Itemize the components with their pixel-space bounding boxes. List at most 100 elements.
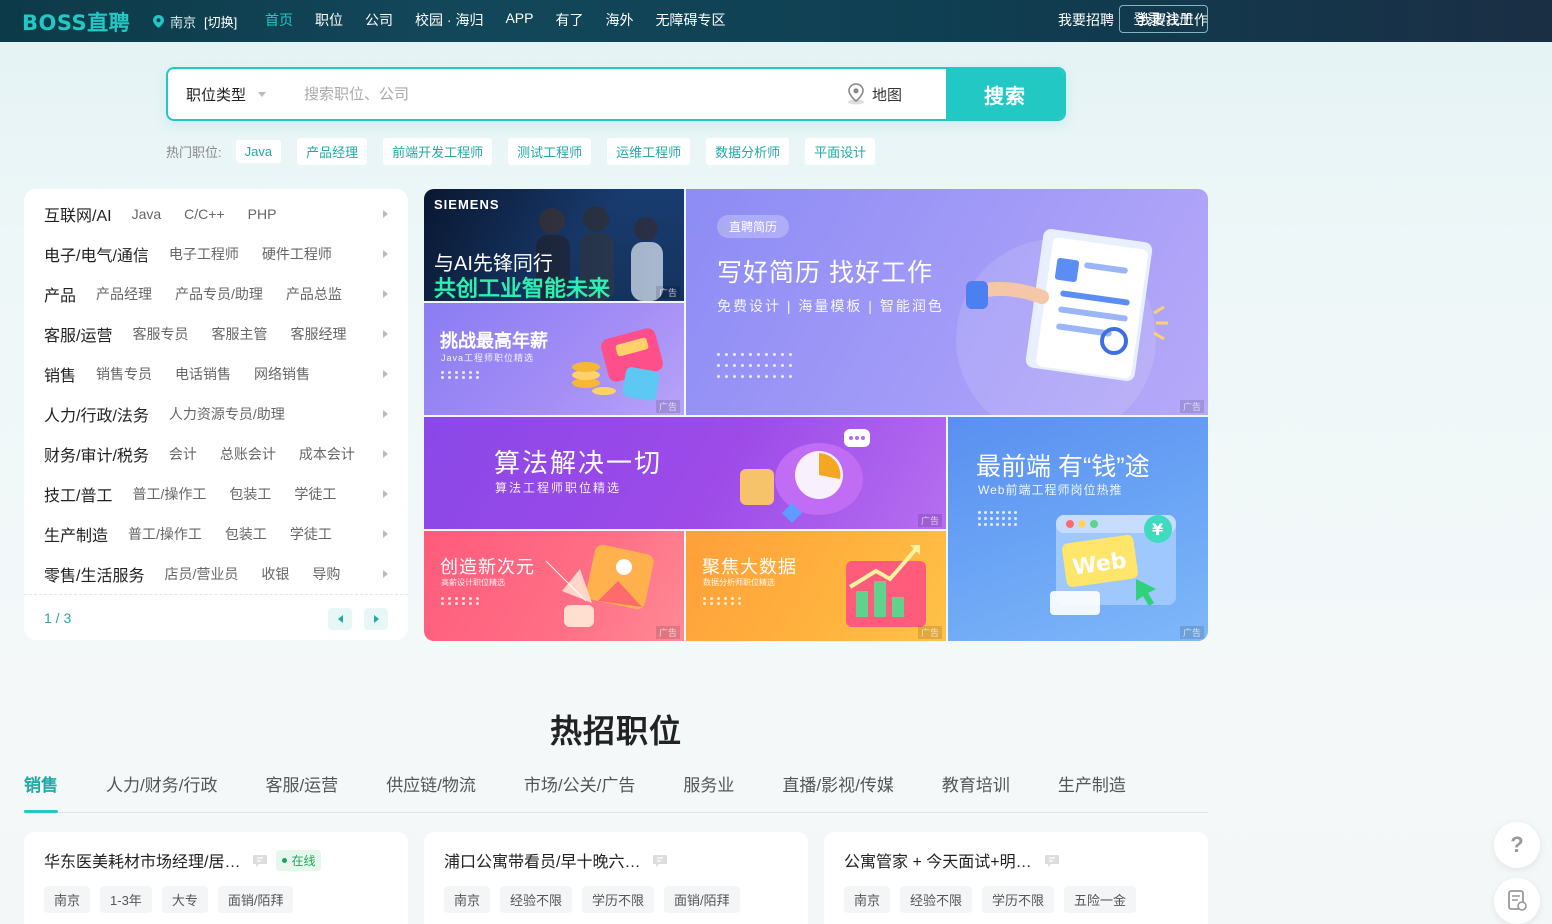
category-sub-link[interactable]: 导购 — [312, 564, 340, 584]
category-main[interactable]: 技工/普工 — [44, 482, 112, 506]
search-bar: 职位类型 地图 搜索 — [166, 67, 1066, 121]
category-sub-link[interactable]: 包装工 — [225, 524, 267, 544]
category-sub-link[interactable]: 客服主管 — [211, 324, 267, 344]
tab-sales[interactable]: 销售 — [24, 773, 58, 813]
category-sub-link[interactable]: 总账会计 — [220, 444, 276, 464]
category-sub-link[interactable]: 网络销售 — [254, 364, 310, 384]
category-sub-link[interactable]: 包装工 — [229, 484, 271, 504]
search-input[interactable] — [288, 69, 846, 119]
banner-design[interactable]: 创造新次元 高薪设计职位精选 广告 — [424, 531, 684, 641]
banner-resume[interactable]: 直聘简历 写好简历 找好工作 免费设计 | 海量模板 | 智能润色 广告 — [686, 189, 1208, 415]
category-row[interactable]: 财务/审计/税务 会计 总账会计 成本会计 — [24, 434, 408, 474]
category-sub-link[interactable]: 硬件工程师 — [262, 244, 332, 264]
category-sub-link[interactable]: 电子工程师 — [169, 244, 239, 264]
boss-logo[interactable]: BOSS直聘 — [22, 7, 130, 37]
category-sub-link[interactable]: 电话销售 — [175, 364, 231, 384]
nav-app[interactable]: APP — [505, 10, 533, 30]
category-sub-link[interactable]: PHP — [248, 206, 277, 222]
chat-icon[interactable] — [652, 854, 668, 867]
category-main[interactable]: 零售/生活服务 — [44, 562, 144, 586]
category-sub-link[interactable]: 产品专员/助理 — [175, 284, 263, 304]
category-sub-link[interactable]: 客服经理 — [290, 324, 346, 344]
category-main[interactable]: 产品 — [44, 282, 76, 306]
category-sub-link[interactable]: 产品经理 — [96, 284, 152, 304]
prev-page-button[interactable] — [328, 608, 352, 630]
hot-tag-frontend[interactable]: 前端开发工程师 — [383, 138, 493, 165]
recruit-link[interactable]: 我要招聘 — [1058, 10, 1114, 30]
login-register-button[interactable]: 登录/注册 — [1119, 5, 1208, 33]
help-button[interactable]: ? — [1494, 822, 1540, 868]
tab-service[interactable]: 服务业 — [683, 773, 734, 811]
category-row[interactable]: 生产制造 普工/操作工 包装工 学徒工 — [24, 514, 408, 554]
hot-tag-ops[interactable]: 运维工程师 — [607, 138, 691, 165]
category-main[interactable]: 销售 — [44, 362, 76, 386]
category-sub-link[interactable]: 会计 — [169, 444, 197, 464]
feedback-button[interactable] — [1494, 878, 1540, 924]
nav-overseas[interactable]: 海外 — [605, 10, 633, 30]
hot-tag-data-analyst[interactable]: 数据分析师 — [706, 138, 790, 165]
banner-algorithm[interactable]: 算法解决一切 算法工程师职位精选 广告 — [424, 417, 946, 529]
banner-siemens[interactable]: SIEMENS 与AI先锋同行 共创工业智能未来 广告 — [424, 189, 684, 301]
decor-dots — [441, 597, 479, 605]
nav-accessibility[interactable]: 无障碍专区 — [655, 10, 725, 30]
tab-hr-finance-admin[interactable]: 人力/财务/行政 — [106, 773, 217, 811]
hot-tag-test[interactable]: 测试工程师 — [508, 138, 592, 165]
category-main[interactable]: 生产制造 — [44, 522, 108, 546]
job-card[interactable]: 公寓管家 + 今天面试+明… 南京 经验不限 学历不限 五险一金 — [824, 832, 1208, 924]
banner-web-frontend[interactable]: 最前端 有“钱”途 Web前端工程师岗位热推 Web ¥ 广告 — [948, 417, 1208, 641]
category-main[interactable]: 互联网/AI — [44, 202, 112, 226]
category-row[interactable]: 技工/普工 普工/操作工 包装工 学徒工 — [24, 474, 408, 514]
category-row[interactable]: 人力/行政/法务 人力资源专员/助理 — [24, 394, 408, 434]
chat-icon[interactable] — [252, 854, 268, 867]
category-row[interactable]: 电子/电气/通信 电子工程师 硬件工程师 — [24, 234, 408, 274]
category-sub-link[interactable]: Java — [132, 206, 162, 222]
category-sub-link[interactable]: C/C++ — [184, 206, 224, 222]
web-subtitle: Web前端工程师岗位热推 — [978, 483, 1123, 497]
hot-tag-graphic-design[interactable]: 平面设计 — [805, 138, 876, 165]
category-row[interactable]: 互联网/AI Java C/C++ PHP — [24, 194, 408, 234]
nav-campus[interactable]: 校园 · 海归 — [415, 10, 483, 30]
category-sub-link[interactable]: 店员/营业员 — [164, 564, 238, 584]
category-main[interactable]: 电子/电气/通信 — [44, 242, 149, 266]
nav-home[interactable]: 首页 — [265, 10, 293, 30]
tab-supply-chain[interactable]: 供应链/物流 — [386, 773, 476, 811]
category-sub-link[interactable]: 收银 — [261, 564, 289, 584]
category-sub-link[interactable]: 学徒工 — [294, 484, 336, 504]
nav-companies[interactable]: 公司 — [365, 10, 393, 30]
nav-jobs[interactable]: 职位 — [315, 10, 343, 30]
category-sub-link[interactable]: 学徒工 — [290, 524, 332, 544]
category-sub-link[interactable]: 销售专员 — [96, 364, 152, 384]
tab-media[interactable]: 直播/影视/传媒 — [782, 773, 893, 811]
category-row[interactable]: 零售/生活服务 店员/营业员 收银 导购 — [24, 554, 408, 594]
chat-icon[interactable] — [1044, 854, 1060, 867]
tab-manufacturing[interactable]: 生产制造 — [1058, 773, 1126, 811]
hot-tag-product-manager[interactable]: 产品经理 — [297, 138, 368, 165]
job-type-dropdown[interactable]: 职位类型 — [168, 84, 288, 105]
category-main[interactable]: 人力/行政/法务 — [44, 402, 149, 426]
category-sub-link[interactable]: 人力资源专员/助理 — [169, 404, 285, 424]
category-row[interactable]: 销售 销售专员 电话销售 网络销售 — [24, 354, 408, 394]
category-sub-link[interactable]: 产品总监 — [286, 284, 342, 304]
tab-marketing[interactable]: 市场/公关/广告 — [524, 773, 635, 811]
category-row[interactable]: 客服/运营 客服专员 客服主管 客服经理 — [24, 314, 408, 354]
category-sub-link[interactable]: 客服专员 — [132, 324, 188, 344]
next-page-button[interactable] — [364, 608, 388, 630]
category-sub-link[interactable]: 成本会计 — [299, 444, 355, 464]
hot-tag-java[interactable]: Java — [235, 140, 282, 163]
job-card[interactable]: 华东医美耗材市场经理/居… 在线 南京 1-3年 大专 面销/陌拜 — [24, 832, 408, 924]
category-main[interactable]: 客服/运营 — [44, 322, 112, 346]
tab-education[interactable]: 教育培训 — [942, 773, 1010, 811]
nav-youle[interactable]: 有了 — [555, 10, 583, 30]
category-row[interactable]: 产品 产品经理 产品专员/助理 产品总监 — [24, 274, 408, 314]
search-button[interactable]: 搜索 — [946, 69, 1064, 119]
category-sub-link[interactable]: 普工/操作工 — [132, 484, 206, 504]
map-search-link[interactable]: 地图 — [846, 83, 946, 105]
banner-java-salary[interactable]: 挑战最高年薪 Java工程师职位精选 广告 — [424, 303, 684, 415]
city-selector[interactable]: 南京 [切换] — [153, 12, 237, 31]
tab-customer-service[interactable]: 客服/运营 — [265, 773, 338, 811]
banner-big-data[interactable]: 聚焦大数据 数据分析师职位精选 广告 — [686, 531, 946, 641]
job-card[interactable]: 浦口公寓带看员/早十晚六… 南京 经验不限 学历不限 面销/陌拜 — [424, 832, 808, 924]
city-switch-link[interactable]: [切换] — [204, 12, 237, 31]
category-main[interactable]: 财务/审计/税务 — [44, 442, 149, 466]
category-sub-link[interactable]: 普工/操作工 — [128, 524, 202, 544]
